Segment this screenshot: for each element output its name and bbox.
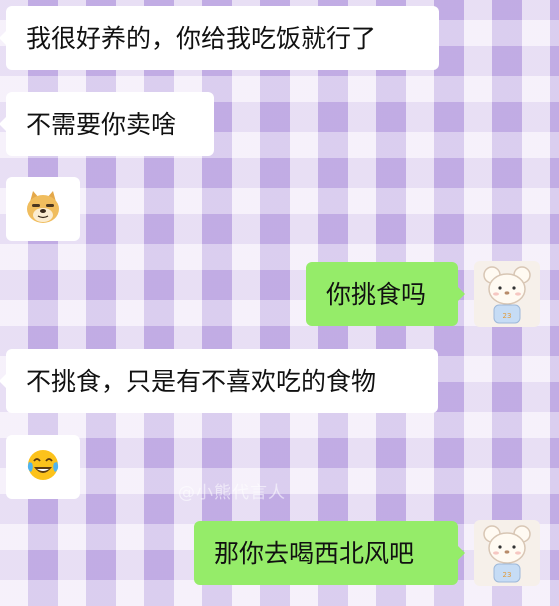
message-bubble-incoming[interactable]: 不挑食，只是有不喜欢吃的食物 bbox=[6, 349, 438, 413]
tears-of-joy-emoji-icon bbox=[25, 447, 61, 487]
message-bubble-outgoing[interactable]: 那你去喝西北风吧 bbox=[194, 521, 458, 585]
message-bubble-outgoing[interactable]: 你挑食吗 bbox=[306, 262, 458, 326]
avatar[interactable]: 23 bbox=[474, 520, 540, 586]
svg-text:23: 23 bbox=[503, 571, 512, 579]
message-text: 不需要你卖啥 bbox=[26, 109, 177, 139]
message-text: 那你去喝西北风吧 bbox=[214, 538, 415, 568]
sticker-bubble[interactable] bbox=[6, 435, 80, 499]
watermark: @小熊代言人 bbox=[178, 483, 286, 503]
doge-emoji-icon bbox=[25, 190, 61, 228]
message-bubble-incoming[interactable]: 不需要你卖啥 bbox=[6, 92, 214, 156]
message-text: 不挑食，只是有不喜欢吃的食物 bbox=[26, 366, 377, 396]
avatar[interactable]: 23 bbox=[474, 261, 540, 327]
sticker-bubble[interactable] bbox=[6, 177, 80, 241]
bear-avatar-icon: 23 bbox=[483, 525, 531, 583]
message-text: 你挑食吗 bbox=[326, 279, 427, 309]
chat-area: 我很好养的，你给我吃饭就行了 不需要你卖啥 你挑食吗 23 不挑食，只是有不喜欢… bbox=[0, 0, 559, 606]
message-text: 我很好养的，你给我吃饭就行了 bbox=[26, 23, 377, 53]
message-bubble-incoming[interactable]: 我很好养的，你给我吃饭就行了 bbox=[6, 6, 439, 70]
bear-avatar-icon: 23 bbox=[483, 266, 531, 324]
svg-text:23: 23 bbox=[503, 312, 512, 320]
